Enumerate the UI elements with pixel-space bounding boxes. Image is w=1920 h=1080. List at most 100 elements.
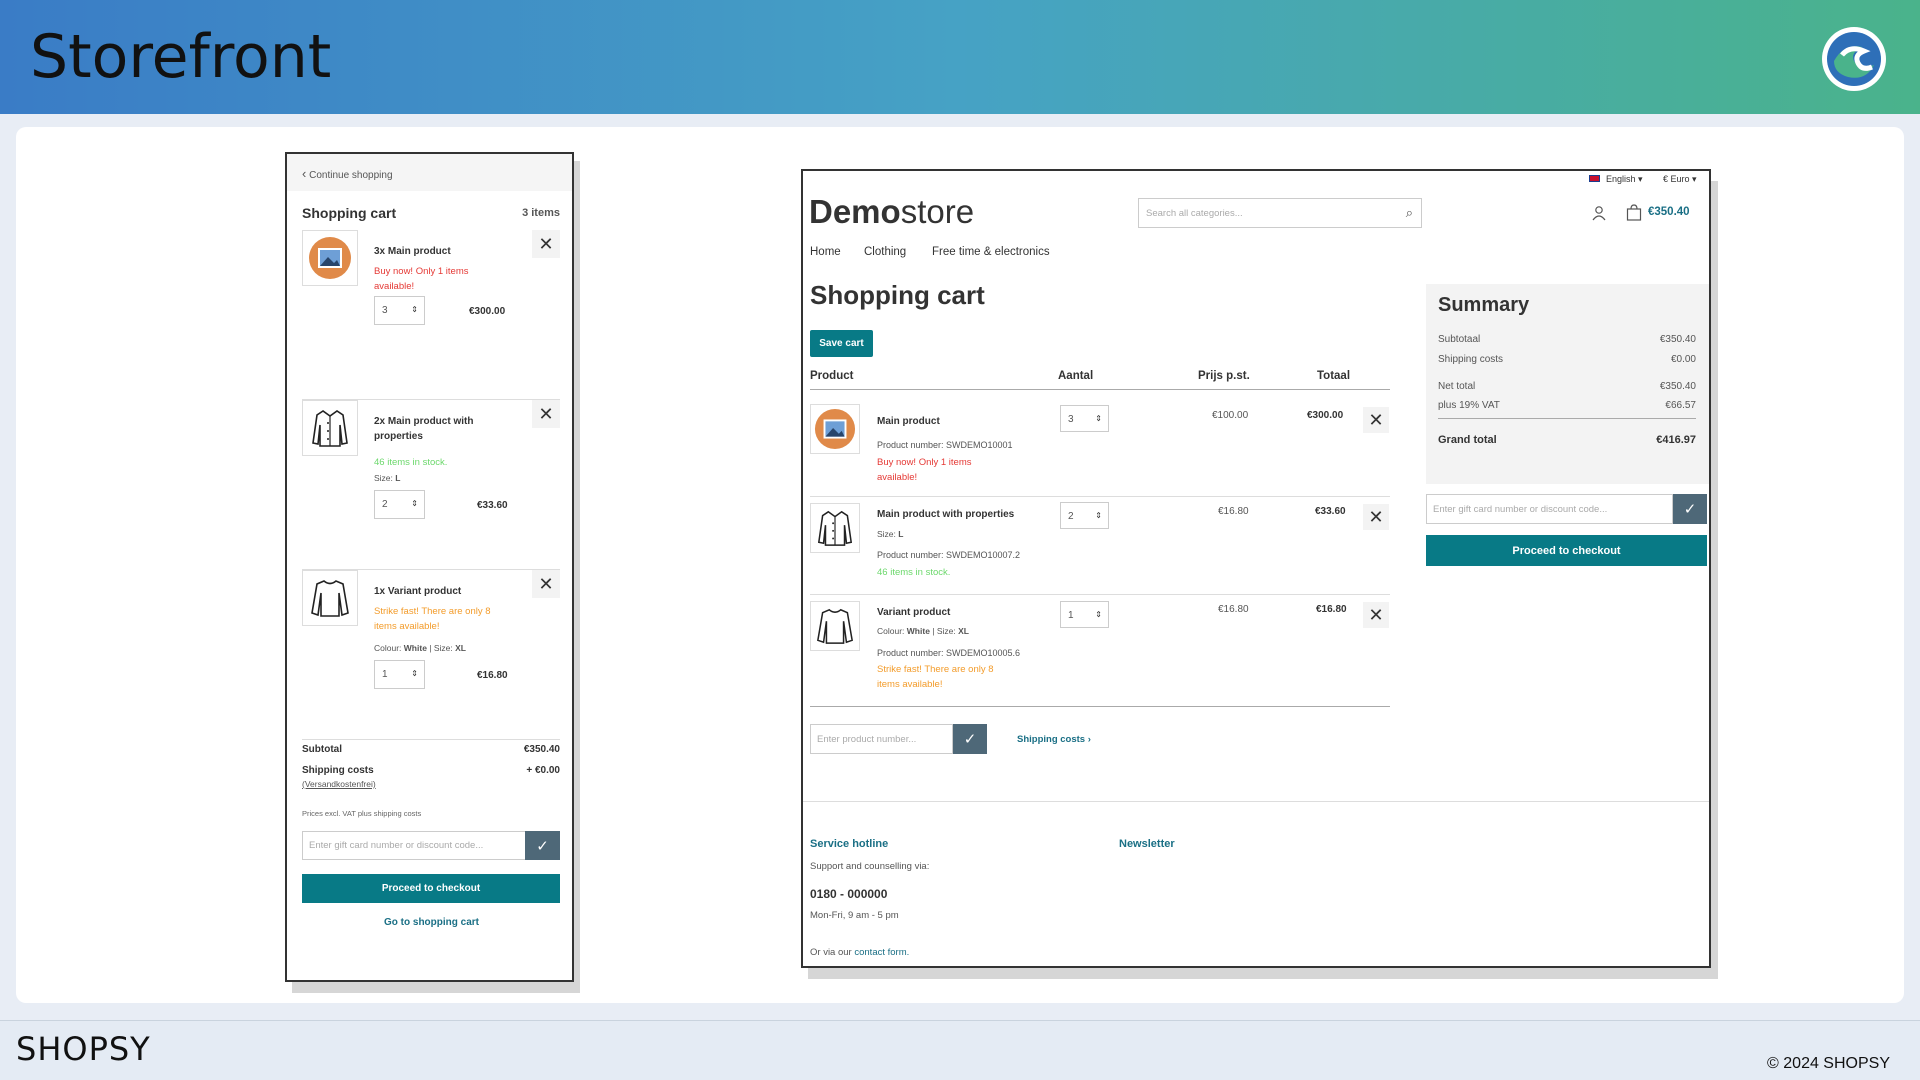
summary-title: Summary xyxy=(1438,294,1530,316)
copyright-text: © 2024 SHOPSY xyxy=(1767,1055,1890,1072)
subtotal-row: Subtotal €350.40 xyxy=(302,744,560,755)
product-name[interactable]: Main product xyxy=(877,416,940,427)
quantity-select[interactable]: 3 ⇕ xyxy=(1060,405,1109,432)
item-name[interactable]: 2x Main product with properties xyxy=(374,414,494,444)
product-image[interactable] xyxy=(302,570,358,626)
remove-item-button[interactable]: ✕ xyxy=(1363,407,1389,433)
remove-item-button[interactable]: ✕ xyxy=(532,570,560,598)
product-name[interactable]: Main product with properties xyxy=(877,509,1014,520)
caret-down-icon: ▾ xyxy=(1638,174,1643,184)
item-name[interactable]: 3x Main product xyxy=(374,244,494,259)
product-image[interactable] xyxy=(302,230,358,286)
summary-grand-total: Grand total €416.97 xyxy=(1438,434,1696,446)
col-qty: Aantal xyxy=(1058,370,1094,382)
remove-item-button[interactable]: ✕ xyxy=(532,400,560,428)
checkmark-icon: ✓ xyxy=(1683,501,1697,518)
stock-warning: Strike fast! There are only 8 items avai… xyxy=(877,664,994,690)
nav-home[interactable]: Home xyxy=(810,246,841,258)
quantity-select[interactable]: 3 ⇕ xyxy=(374,296,425,325)
close-icon: ✕ xyxy=(1368,409,1384,430)
product-number: Product number: SWDEMO10005.6 xyxy=(877,648,1021,658)
continue-shopping-link[interactable]: ‹ Continue shopping xyxy=(287,154,572,191)
go-to-cart-link[interactable]: Go to shopping cart xyxy=(287,917,572,928)
item-size: Size: L xyxy=(374,473,401,483)
slide-header: Storefront xyxy=(0,0,1920,114)
flag-uk-icon xyxy=(1589,175,1600,182)
product-image[interactable] xyxy=(810,404,860,454)
item-variant: Colour: White | Size: XL xyxy=(374,643,467,653)
summary-panel: Summary Subtotaal €350.40 Shipping costs €… xyxy=(1426,284,1709,484)
summary-vat: plus 19% VAT €66.57 xyxy=(1438,400,1696,411)
chevron-left-icon: ‹ xyxy=(302,166,307,181)
sort-arrows-icon: ⇕ xyxy=(411,669,418,678)
quantity-select[interactable]: 2 ⇕ xyxy=(1060,502,1109,529)
product-image[interactable] xyxy=(302,400,358,456)
item-name[interactable]: 1x Variant product xyxy=(374,584,494,599)
gift-code-input[interactable]: Enter gift card number or discount code.… xyxy=(1426,494,1673,524)
quantity-select[interactable]: 1 ⇕ xyxy=(374,660,425,689)
remove-item-button[interactable]: ✕ xyxy=(1363,504,1389,530)
apply-code-button[interactable]: ✓ xyxy=(1673,494,1707,524)
add-product-button[interactable]: ✓ xyxy=(953,724,987,754)
search-icon[interactable]: ⌕ xyxy=(1406,205,1413,221)
brand-logo: SHOPSY xyxy=(16,1030,151,1068)
demostore-logo[interactable]: Demostore xyxy=(809,193,974,231)
mobile-cart-screen: ‹ Continue shopping Shopping cart 3 item… xyxy=(285,152,574,982)
product-number-input[interactable]: Enter product number... xyxy=(810,724,953,754)
product-image[interactable] xyxy=(810,601,860,651)
col-unit-price: Prijs p.st. xyxy=(1198,370,1250,382)
contact-form-link[interactable]: contact form. xyxy=(854,947,909,958)
footer-divider xyxy=(803,801,1709,802)
close-icon: ✕ xyxy=(1368,506,1384,527)
close-icon: ✕ xyxy=(1368,604,1384,625)
cart-item: 3x Main product Buy now! Only 1 items av… xyxy=(302,230,560,400)
remove-item-button[interactable]: ✕ xyxy=(532,230,560,258)
hotline-title: Service hotline xyxy=(810,838,889,850)
product-name[interactable]: Variant product xyxy=(877,607,950,618)
quantity-select[interactable]: 1 ⇕ xyxy=(1060,601,1109,628)
currency-select[interactable]: € Euro ▾ xyxy=(1663,174,1697,185)
account-icon[interactable] xyxy=(1591,205,1607,221)
page-title: Shopping cart xyxy=(810,280,985,310)
close-icon: ✕ xyxy=(538,233,554,254)
search-input[interactable]: Search all categories... ⌕ xyxy=(1138,198,1422,228)
language-select[interactable]: English ▾ xyxy=(1589,174,1643,185)
proceed-checkout-button[interactable]: Proceed to checkout xyxy=(1426,535,1707,566)
table-row: Variant product Colour: White | Size: XL… xyxy=(810,594,1390,704)
save-cart-button[interactable]: Save cart xyxy=(810,330,873,357)
checkmark-icon: ✓ xyxy=(963,731,977,748)
shipping-row: Shipping costs + €0.00 xyxy=(302,765,560,776)
header-cart-total[interactable]: €350.40 xyxy=(1648,206,1690,218)
sort-arrows-icon: ⇕ xyxy=(1095,610,1102,619)
newsletter-title: Newsletter xyxy=(1119,838,1175,850)
sweater-icon xyxy=(816,608,854,644)
unit-price: €16.80 xyxy=(1218,604,1249,615)
shipping-costs-link[interactable]: Shipping costs › xyxy=(1017,734,1091,745)
stock-warning: Buy now! Only 1 items available! xyxy=(374,266,469,292)
gift-code-input[interactable]: Enter gift card number or discount code.… xyxy=(302,831,560,860)
cart-title: Shopping cart xyxy=(302,205,397,221)
summary-shipping: Shipping costs €0.00 xyxy=(1438,354,1696,365)
summary-divider xyxy=(1438,418,1696,419)
product-image[interactable] xyxy=(810,503,860,553)
cart-bag-icon[interactable] xyxy=(1626,204,1642,221)
shipping-note-link[interactable]: (Versandkostenfrei) xyxy=(302,779,376,789)
proceed-checkout-button[interactable]: Proceed to checkout xyxy=(302,874,560,903)
item-size: Size: L xyxy=(877,529,904,539)
sort-arrows-icon: ⇕ xyxy=(1095,414,1102,423)
table-bottom-divider xyxy=(810,706,1390,707)
quantity-select[interactable]: 2 ⇕ xyxy=(374,490,425,519)
nav-free-time-electronics[interactable]: Free time & electronics xyxy=(932,246,1050,258)
hotline-phone: 0180 - 000000 xyxy=(810,887,888,901)
remove-item-button[interactable]: ✕ xyxy=(1363,602,1389,628)
vat-note: Prices excl. VAT plus shipping costs xyxy=(302,809,422,818)
col-product: Product xyxy=(810,370,854,382)
item-price: €33.60 xyxy=(477,500,508,511)
nav-clothing[interactable]: Clothing xyxy=(864,246,906,258)
image-placeholder-icon xyxy=(814,408,856,450)
product-number: Product number: SWDEMO10007.2 xyxy=(877,550,1021,560)
row-total: €300.00 xyxy=(1307,410,1344,421)
item-count: 3 items xyxy=(522,207,560,219)
apply-code-button[interactable]: ✓ xyxy=(525,831,560,860)
product-number: Product number: SWDEMO10001 xyxy=(877,440,1013,450)
